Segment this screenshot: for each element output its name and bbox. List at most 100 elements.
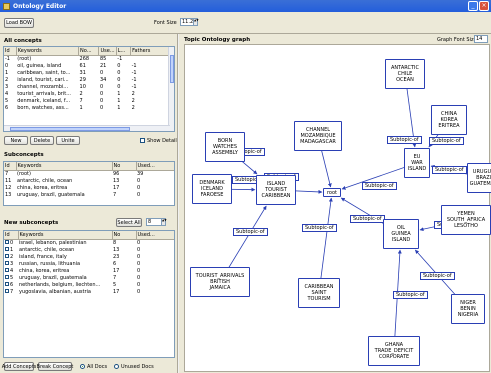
topic-node-antarctic[interactable]: ANTARCTIC CHILE OCEAN (385, 59, 425, 89)
topic-node-oil[interactable]: OIL GUINEA ISLAND (383, 219, 419, 249)
column-header[interactable]: Id (4, 47, 17, 56)
unite-concepts-button[interactable]: Unite (56, 136, 80, 145)
topic-node-channel[interactable]: CHANNEL MOZAMBIQUE MADAGASCAR (294, 121, 342, 151)
break-concept-button[interactable]: Break Concept (37, 362, 73, 371)
topic-node-uruguay[interactable]: URUGUAYBRAZILGUATEMALA (467, 163, 491, 193)
table-cell: russian, russia, lithuania (19, 260, 81, 267)
column-header[interactable]: Keywords (16, 162, 113, 171)
table-cell: 4 (5, 90, 9, 97)
new-subconcept-row[interactable]: 4 china, korea, eritrea 17 0 (4, 267, 174, 274)
concept-row[interactable]: 3 channel, mozambi... 10 0 0 -1 (4, 83, 174, 90)
table-cell: 0 (137, 246, 141, 253)
node-keyword: ERITREA (438, 123, 460, 129)
load-bow-button[interactable]: Load BOW (4, 18, 34, 28)
new-subconcept-row[interactable]: 2 island, france, italy 23 0 (4, 253, 174, 260)
concept-row[interactable]: 2 island, tourist, cari... 29 34 0 -1 (4, 76, 174, 83)
table-cell: 5 (113, 281, 117, 288)
table-cell: 268 (79, 55, 90, 62)
topic-node-island[interactable]: ISLAND TOURIST CARIBBEAN (256, 175, 296, 205)
table-cell: 2 (4, 253, 18, 260)
concept-row[interactable]: 0 oil, guinea, island 61 21 0 -1 (4, 62, 174, 69)
table-cell: 4 (4, 267, 18, 274)
table-cell: 10 (79, 83, 86, 90)
concept-row[interactable]: -1 (root) 268 85 -1 (4, 55, 174, 62)
root-node[interactable]: root (323, 188, 341, 197)
graph-font-size-spinner[interactable]: 14 (474, 35, 488, 43)
table-cell: 1 (4, 246, 18, 253)
all-concepts-table[interactable]: Id Keywords No... Use... L... Fathers -1… (3, 46, 175, 132)
column-header[interactable]: Id (4, 162, 17, 171)
subconcept-row[interactable]: 12 china, korea, eritrea 17 0 (4, 184, 174, 191)
new-subconcept-row[interactable]: 0 israel, lebanon, palestinian 8 0 (4, 239, 174, 246)
scroll-thumb[interactable] (10, 127, 130, 131)
table-cell: 6 (5, 104, 9, 111)
title-bar: Ontology Editor _ × (0, 0, 491, 12)
column-header[interactable]: No (112, 231, 137, 240)
spinner-arrows-icon[interactable]: ▲▼ (193, 19, 199, 25)
table-cell: 39 (137, 170, 144, 177)
all-docs-radio[interactable] (80, 364, 85, 369)
new-subconcept-row[interactable]: 3 russian, russia, lithuania 6 0 (4, 260, 174, 267)
row-checkbox[interactable] (5, 289, 9, 293)
column-header[interactable]: Used... (136, 231, 174, 240)
topic-node-denmark[interactable]: DENMARK ICELAND FAROESE (192, 174, 232, 204)
scroll-thumb[interactable] (170, 55, 174, 83)
concept-row[interactable]: 6 born, watches, ass... 1 0 1 2 (4, 104, 174, 111)
concept-row[interactable]: 1 caribbean, saint, to... 31 0 0 -1 (4, 69, 174, 76)
new-subconcept-row[interactable]: 1 antarctic, chile, ocean 13 0 (4, 246, 174, 253)
column-header[interactable]: Keywords (16, 47, 80, 56)
new-concept-button[interactable]: New (4, 136, 28, 145)
topic-node-yemen[interactable]: YEMEN SOUTH_AFRICA LESOTHO (441, 205, 491, 235)
add-concepts-button[interactable]: Add Concepts (2, 362, 36, 371)
row-checkbox[interactable] (5, 261, 9, 265)
table-cell: caribbean, saint, to... (17, 69, 71, 76)
column-header[interactable]: Id (4, 231, 19, 240)
select-all-button[interactable]: Select All (116, 218, 142, 227)
unused-docs-radio[interactable] (114, 364, 119, 369)
new-subconcept-row[interactable]: 6 netherlands, belgium, liechten... 5 0 (4, 281, 174, 288)
close-button[interactable]: × (479, 1, 489, 11)
topic-node-tourist[interactable]: TOURIST_ARRIVALS BRITISH JAMAICA (190, 267, 250, 297)
font-size-spinner[interactable]: 11.25 ▲▼ (180, 18, 199, 26)
row-checkbox[interactable] (5, 254, 9, 258)
topic-node-eu[interactable]: EU WAR ISLAND (404, 148, 430, 178)
table-cell: china, korea, eritrea (17, 184, 68, 191)
topic-node-niger[interactable]: NIGER BENIN NIGERIA (451, 294, 485, 324)
topic-node-born[interactable]: BORN WATCHES ASSEMBLY (205, 132, 245, 162)
subconcept-row[interactable]: 11 antarctic, chile, ocean 13 0 (4, 177, 174, 184)
subconcepts-table[interactable]: Id Keywords No Used... 7 (root) 96 39 11 anta… (3, 161, 175, 206)
column-header[interactable]: No (112, 162, 137, 171)
table-cell: 21 (99, 62, 107, 69)
subconcept-row[interactable]: 13 uruguay, brazil, guatemala 7 0 (4, 191, 174, 198)
topic-node-caribbean[interactable]: CARIBBEAN SAINT TOURISM (298, 278, 340, 308)
concept-row[interactable]: 4 tourist_arrivals, brit... 2 0 1 2 (4, 90, 174, 97)
column-header[interactable]: No... (78, 47, 100, 56)
show-detail-checkbox[interactable] (140, 138, 145, 143)
column-header[interactable]: L... (116, 47, 132, 56)
all-concepts-vscroll[interactable] (168, 47, 174, 131)
delete-concept-button[interactable]: Delete (30, 136, 54, 145)
node-keyword: MADAGASCAR (300, 139, 336, 145)
minimize-button[interactable]: _ (468, 1, 478, 11)
all-concepts-hscroll[interactable] (4, 125, 170, 131)
row-checkbox[interactable] (5, 268, 9, 272)
topic-node-ghana[interactable]: GHANA TRADE_DEFICIT CORPORATE (368, 336, 420, 366)
ontology-graph-canvas[interactable]: Subtopic-of Subtopic-of Subtopic-of Subtopi… (184, 44, 491, 372)
row-checkbox[interactable] (5, 240, 9, 245)
new-subconcept-row[interactable]: 5 uruguay, brazil, guatemala 7 0 (4, 274, 174, 281)
concept-row[interactable]: 5 denmark, iceland, f... 7 0 1 2 (4, 97, 174, 104)
column-header[interactable]: Used... (136, 162, 174, 171)
column-header[interactable]: Use... (98, 47, 117, 56)
subconcept-count-spinner[interactable]: 8 ▲▼ (146, 218, 167, 226)
new-subconcept-row[interactable]: 7 yugoslavia, albanian, austria 17 0 (4, 288, 174, 295)
row-checkbox[interactable] (5, 282, 9, 286)
subconcept-row[interactable]: 7 (root) 96 39 (4, 170, 174, 177)
topic-node-china[interactable]: CHINA KOREA ERITREA (431, 105, 467, 135)
column-header[interactable]: Keywords (18, 231, 113, 240)
spinner-arrows-icon[interactable]: ▲▼ (161, 219, 167, 225)
new-subconcepts-title: New subconcepts (4, 220, 59, 226)
row-checkbox[interactable] (5, 275, 9, 279)
row-checkbox[interactable] (5, 247, 9, 251)
new-subconcepts-table[interactable]: Id Keywords No Used... 0 israel, lebanon,… (3, 230, 175, 358)
subconcepts-title: Subconcepts (4, 152, 44, 158)
